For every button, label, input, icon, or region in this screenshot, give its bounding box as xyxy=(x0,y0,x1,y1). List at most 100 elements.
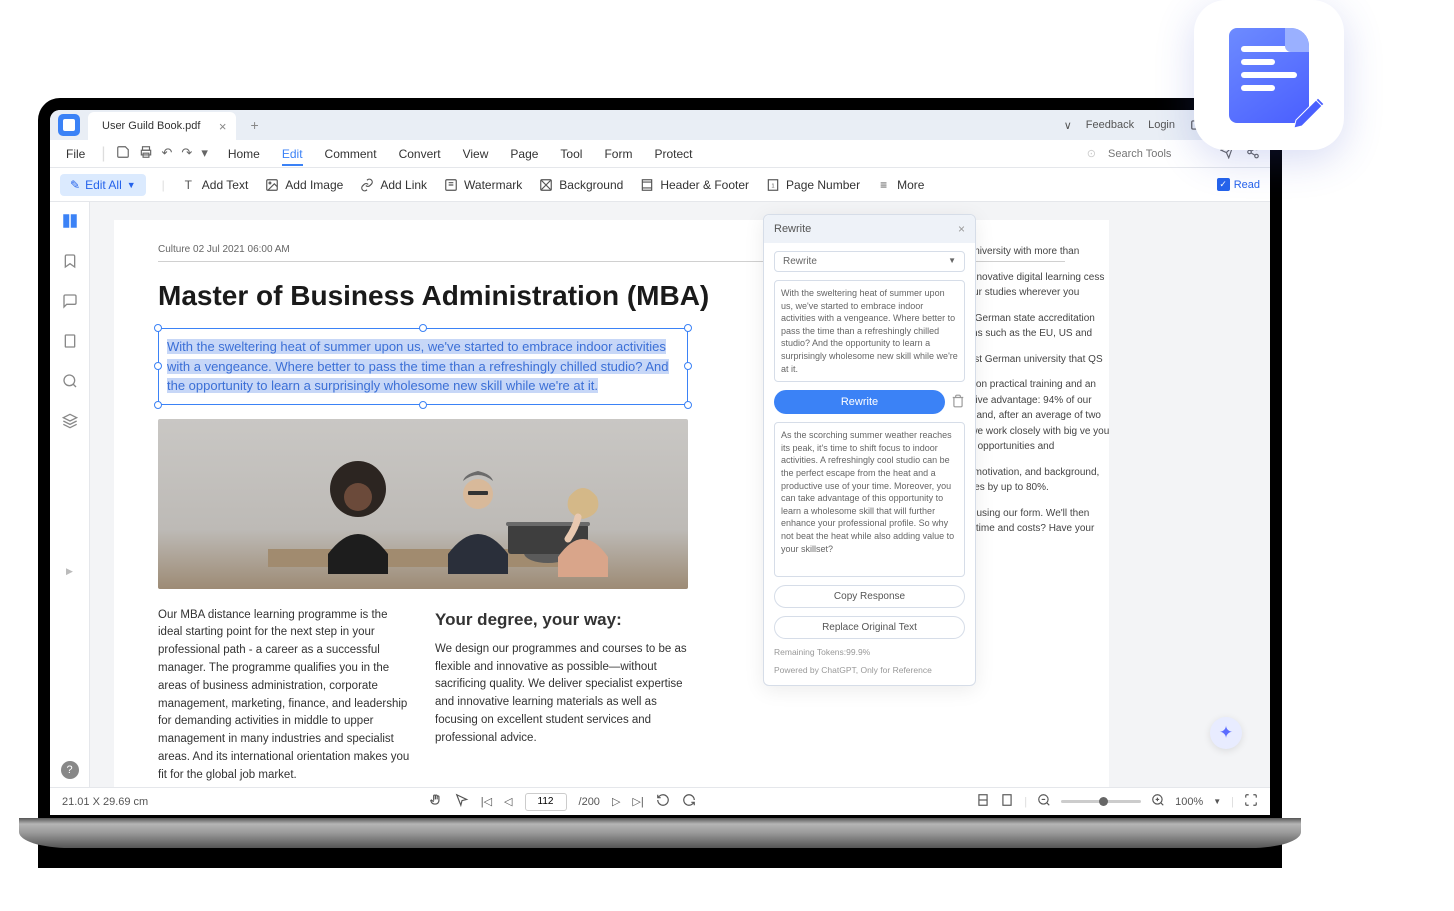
last-page-icon[interactable]: ▷| xyxy=(632,795,643,808)
login-link[interactable]: Login xyxy=(1148,119,1175,131)
help-icon[interactable]: ? xyxy=(61,761,79,779)
zoom-thumb[interactable] xyxy=(1099,797,1108,806)
fit-width-icon[interactable] xyxy=(976,793,990,810)
page-number-icon: 1 xyxy=(765,177,780,192)
resize-handle[interactable] xyxy=(154,324,162,332)
copy-response-button[interactable]: Copy Response xyxy=(774,585,965,608)
text-selection-box[interactable]: With the sweltering heat of summer upon … xyxy=(158,328,688,405)
laptop-base xyxy=(19,818,1301,848)
rotate-right-icon[interactable] xyxy=(682,793,696,810)
fullscreen-icon[interactable] xyxy=(1244,793,1258,810)
menu-tab-page[interactable]: Page xyxy=(510,147,538,161)
add-link-button[interactable]: Add Link xyxy=(359,177,427,192)
bulb-icon[interactable]: ⊙ xyxy=(1087,147,1096,160)
expand-icon[interactable]: ▶ xyxy=(59,560,81,582)
zoom-level[interactable]: 100% xyxy=(1175,796,1203,808)
add-image-button[interactable]: Add Image xyxy=(264,177,343,192)
close-panel-icon[interactable]: × xyxy=(958,222,965,236)
file-menu[interactable]: File xyxy=(60,144,91,164)
menu-tab-view[interactable]: View xyxy=(463,147,489,161)
select-tool-icon[interactable] xyxy=(455,793,469,810)
rewrite-input[interactable]: With the sweltering heat of summer upon … xyxy=(774,280,965,382)
rewrite-panel: Rewrite × Rewrite ▼ With the sweltering … xyxy=(763,214,976,686)
menu-tab-protect[interactable]: Protect xyxy=(654,147,692,161)
add-text-button[interactable]: TAdd Text xyxy=(181,177,248,192)
watermark-icon xyxy=(443,177,458,192)
bookmark-icon[interactable] xyxy=(59,250,81,272)
menu-tab-form[interactable]: Form xyxy=(604,147,632,161)
menu-tab-convert[interactable]: Convert xyxy=(399,147,441,161)
zoom-out-icon[interactable] xyxy=(1037,793,1051,810)
undo-icon[interactable]: ↶ xyxy=(162,145,173,162)
document-tab[interactable]: User Guild Book.pdf × xyxy=(88,112,236,140)
article-image xyxy=(158,419,688,589)
status-bar: 21.01 X 29.69 cm |◁ ◁ /200 ▷ ▷| | xyxy=(50,787,1270,815)
side-paragraph: he first German university that QS xyxy=(952,352,1112,368)
add-tab-button[interactable]: + xyxy=(250,117,258,133)
thumbnails-icon[interactable] xyxy=(59,210,81,232)
close-tab-icon[interactable]: × xyxy=(219,119,227,134)
more-button[interactable]: ≡More xyxy=(876,177,924,192)
column-1: Our MBA distance learning programme is t… xyxy=(158,607,411,785)
chevron-down-icon: ▼ xyxy=(948,256,956,267)
rewrite-button[interactable]: Rewrite xyxy=(774,390,945,414)
column-2: Your degree, your way: We design our pro… xyxy=(435,607,688,785)
first-page-icon[interactable]: |◁ xyxy=(481,795,492,808)
background-icon xyxy=(538,177,553,192)
resize-handle[interactable] xyxy=(684,401,692,409)
resize-handle[interactable] xyxy=(684,362,692,370)
resize-handle[interactable] xyxy=(154,362,162,370)
side-paragraph: ng, innovative digital learning cess in … xyxy=(952,270,1112,301)
rewrite-output[interactable]: As the scorching summer weather reaches … xyxy=(774,422,965,577)
zoom-slider[interactable] xyxy=(1061,800,1141,803)
attachment-icon[interactable] xyxy=(59,330,81,352)
layers-icon[interactable] xyxy=(59,410,81,432)
page-number-input[interactable] xyxy=(525,793,567,811)
menu-tab-comment[interactable]: Comment xyxy=(325,147,377,161)
rotate-left-icon[interactable] xyxy=(656,793,670,810)
ai-assistant-icon[interactable]: ✦ xyxy=(1210,717,1242,749)
resize-handle[interactable] xyxy=(684,324,692,332)
search-tools-input[interactable] xyxy=(1108,148,1208,160)
prev-page-icon[interactable]: ◁ xyxy=(504,795,512,808)
background-button[interactable]: Background xyxy=(538,177,623,192)
options-icon[interactable]: ▾ xyxy=(201,145,208,162)
resize-handle[interactable] xyxy=(419,324,427,332)
side-paragraph: ate university with more than xyxy=(952,244,1112,260)
page-number-button[interactable]: 1Page Number xyxy=(765,177,860,192)
page-side-text: ate university with more than ng, innovat… xyxy=(952,244,1112,547)
fit-page-icon[interactable] xyxy=(1000,793,1014,810)
side-paragraph: ocus on practical training and an decisi… xyxy=(952,377,1112,455)
side-paragraph: tion, motivation, and background, en fee… xyxy=(952,465,1112,496)
menu-tab-home[interactable]: Home xyxy=(228,147,260,161)
feedback-link[interactable]: Feedback xyxy=(1086,119,1134,131)
search-rail-icon[interactable] xyxy=(59,370,81,392)
resize-handle[interactable] xyxy=(154,401,162,409)
svg-text:1: 1 xyxy=(771,183,774,189)
zoom-in-icon[interactable] xyxy=(1151,793,1165,810)
image-icon xyxy=(264,177,279,192)
edit-all-button[interactable]: ✎ Edit All ▼ xyxy=(60,174,146,196)
next-page-icon[interactable]: ▷ xyxy=(612,795,620,808)
col2-heading: Your degree, your way: xyxy=(435,607,688,633)
watermark-button[interactable]: Watermark xyxy=(443,177,522,192)
header-footer-button[interactable]: Header & Footer xyxy=(639,177,749,192)
hand-tool-icon[interactable] xyxy=(429,793,443,810)
read-mode-toggle[interactable]: ✓Read xyxy=(1217,178,1260,191)
menu-tab-edit[interactable]: Edit xyxy=(282,147,303,166)
menu-bar: File | ↶ ↷ ▾ HomeEditCommentConvertViewP… xyxy=(50,140,1270,168)
trash-icon[interactable] xyxy=(951,394,965,411)
save-icon[interactable] xyxy=(116,145,130,162)
print-icon[interactable] xyxy=(139,145,153,162)
comment-icon[interactable] xyxy=(59,290,81,312)
rewrite-mode-select[interactable]: Rewrite ▼ xyxy=(774,251,965,272)
replace-text-button[interactable]: Replace Original Text xyxy=(774,616,965,639)
document-canvas[interactable]: Culture 02 Jul 2021 06:00 AM Master of B… xyxy=(90,202,1270,787)
selected-text[interactable]: With the sweltering heat of summer upon … xyxy=(167,339,669,393)
menu-tab-tool[interactable]: Tool xyxy=(560,147,582,161)
redo-icon[interactable]: ↷ xyxy=(181,145,192,162)
text-icon: T xyxy=(181,177,196,192)
page-dimensions: 21.01 X 29.69 cm xyxy=(62,796,148,808)
dropdown-icon[interactable]: ∨ xyxy=(1064,119,1072,132)
resize-handle[interactable] xyxy=(419,401,427,409)
